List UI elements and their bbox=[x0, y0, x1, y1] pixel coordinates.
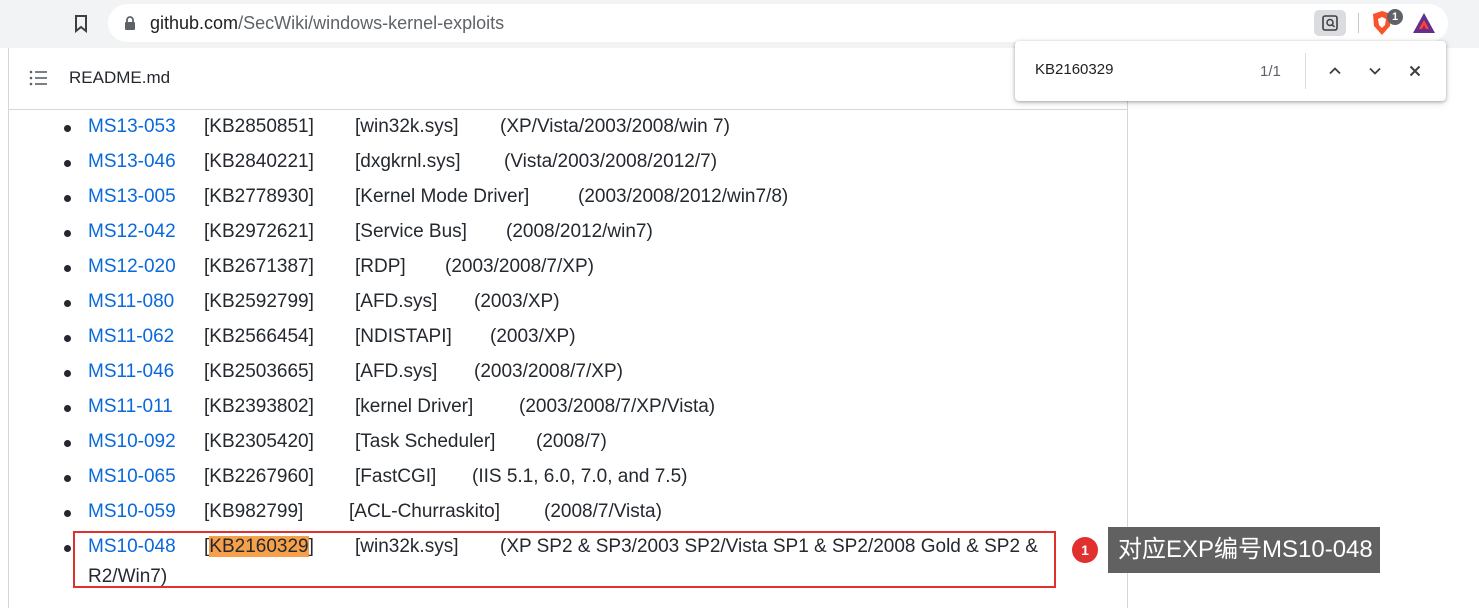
os-versions: (2003/2008/2012/win7/8) bbox=[578, 186, 789, 207]
component: [Service Bus] bbox=[355, 221, 467, 242]
kb-number: [KB2972621] bbox=[204, 221, 314, 242]
annotation-label: 对应EXP编号MS10-048 bbox=[1108, 527, 1380, 573]
component: [AFD.sys] bbox=[355, 361, 438, 382]
bullet bbox=[64, 300, 71, 307]
annotation-marker: 1 bbox=[1072, 537, 1098, 563]
find-match-count: 1/1 bbox=[1260, 63, 1281, 80]
kb-number: [KB2671387] bbox=[204, 256, 314, 277]
table-of-contents-icon[interactable] bbox=[29, 70, 47, 86]
ms-link[interactable]: MS13-053 bbox=[88, 116, 176, 138]
component: [RDP] bbox=[355, 256, 406, 277]
os-versions: (2003/2008/7/XP) bbox=[474, 361, 623, 382]
chevron-down-icon bbox=[1369, 67, 1381, 75]
bullet bbox=[64, 195, 71, 202]
ms-link[interactable]: MS12-020 bbox=[88, 256, 176, 278]
os-versions: (2003/2008/7/XP) bbox=[445, 256, 594, 277]
ms-link[interactable]: MS10-059 bbox=[88, 501, 176, 523]
os-versions: (2003/2008/7/XP/Vista) bbox=[519, 396, 716, 417]
bullet bbox=[64, 440, 71, 447]
annotation-highlight-box bbox=[73, 531, 1056, 588]
kb-number: [KB2305420] bbox=[204, 431, 314, 452]
find-previous-button[interactable] bbox=[1323, 59, 1347, 83]
bookmark-icon[interactable] bbox=[70, 12, 92, 36]
component: [Kernel Mode Driver] bbox=[355, 186, 530, 207]
bullet bbox=[64, 335, 71, 342]
bat-rewards-icon[interactable] bbox=[1412, 12, 1436, 34]
bullet bbox=[64, 405, 71, 412]
component: [FastCGI] bbox=[355, 466, 437, 487]
bullet bbox=[64, 125, 71, 132]
close-icon bbox=[1409, 65, 1421, 77]
ms-link[interactable]: MS12-042 bbox=[88, 221, 176, 243]
kb-number: [KB2592799] bbox=[204, 291, 314, 312]
ms-link[interactable]: MS11-011 bbox=[88, 396, 173, 418]
find-input[interactable] bbox=[1035, 61, 1245, 78]
bullet bbox=[64, 545, 71, 552]
kb-number: [KB2850851] bbox=[204, 116, 314, 137]
kb-number: [KB2503665] bbox=[204, 361, 314, 382]
kb-number: [KB2778930] bbox=[204, 186, 314, 207]
kb-number: [KB2566454] bbox=[204, 326, 314, 347]
find-bar: 1/1 bbox=[1015, 41, 1446, 101]
os-versions: (IIS 5.1, 6.0, 7.0, and 7.5) bbox=[472, 466, 688, 487]
ms-link[interactable]: MS11-046 bbox=[88, 361, 174, 383]
readme-title: README.md bbox=[69, 68, 171, 87]
component: [NDISTAPI] bbox=[355, 326, 452, 347]
kb-number: [KB2393802] bbox=[204, 396, 314, 417]
os-versions: (2008/7/Vista) bbox=[544, 501, 662, 522]
toolbar-divider bbox=[1358, 13, 1359, 33]
address-bar[interactable]: github.com/SecWiki/windows-kernel-exploi… bbox=[108, 4, 1448, 42]
find-close-button[interactable] bbox=[1403, 59, 1427, 83]
find-divider bbox=[1305, 53, 1306, 89]
ms-link[interactable]: MS10-065 bbox=[88, 466, 176, 488]
bullet bbox=[64, 265, 71, 272]
bullet bbox=[64, 160, 71, 167]
component: [kernel Driver] bbox=[355, 396, 474, 417]
bullet bbox=[64, 475, 71, 482]
find-in-page-icon[interactable] bbox=[1314, 10, 1346, 36]
os-versions: (XP/Vista/2003/2008/win 7) bbox=[500, 116, 730, 137]
os-versions: (2008/2012/win7) bbox=[506, 221, 653, 242]
component: [AFD.sys] bbox=[355, 291, 438, 312]
kb-number: [KB2840221] bbox=[204, 151, 314, 172]
bullet bbox=[64, 510, 71, 517]
lock-icon[interactable] bbox=[122, 15, 138, 31]
os-versions: (2003/XP) bbox=[490, 326, 576, 347]
os-versions: (Vista/2003/2008/2012/7) bbox=[504, 151, 718, 172]
chevron-up-icon bbox=[1329, 67, 1341, 75]
find-next-button[interactable] bbox=[1363, 59, 1387, 83]
bullet bbox=[64, 370, 71, 377]
readme-header: README.md bbox=[9, 48, 1127, 110]
url-path: /SecWiki/windows-kernel-exploits bbox=[238, 13, 505, 33]
component: [Task Scheduler] bbox=[355, 431, 496, 452]
url-text[interactable]: github.com/SecWiki/windows-kernel-exploi… bbox=[150, 13, 504, 34]
kb-number: [KB982799] bbox=[204, 501, 304, 522]
os-versions: (2008/7) bbox=[536, 431, 607, 452]
ms-link[interactable]: MS11-062 bbox=[88, 326, 174, 348]
ms-link[interactable]: MS10-092 bbox=[88, 431, 176, 453]
url-host: github.com bbox=[150, 13, 239, 33]
bullet bbox=[64, 230, 71, 237]
kb-number: [KB2267960] bbox=[204, 466, 314, 487]
component: [win32k.sys] bbox=[355, 116, 459, 137]
component: [ACL-Churraskito] bbox=[349, 501, 500, 522]
ms-link[interactable]: MS13-046 bbox=[88, 151, 176, 173]
ms-link[interactable]: MS11-080 bbox=[88, 291, 174, 313]
ms-link[interactable]: MS13-005 bbox=[88, 186, 176, 208]
os-versions: (2003/XP) bbox=[474, 291, 560, 312]
component: [dxgkrnl.sys] bbox=[355, 151, 461, 172]
brave-badge-count: 1 bbox=[1387, 9, 1403, 25]
